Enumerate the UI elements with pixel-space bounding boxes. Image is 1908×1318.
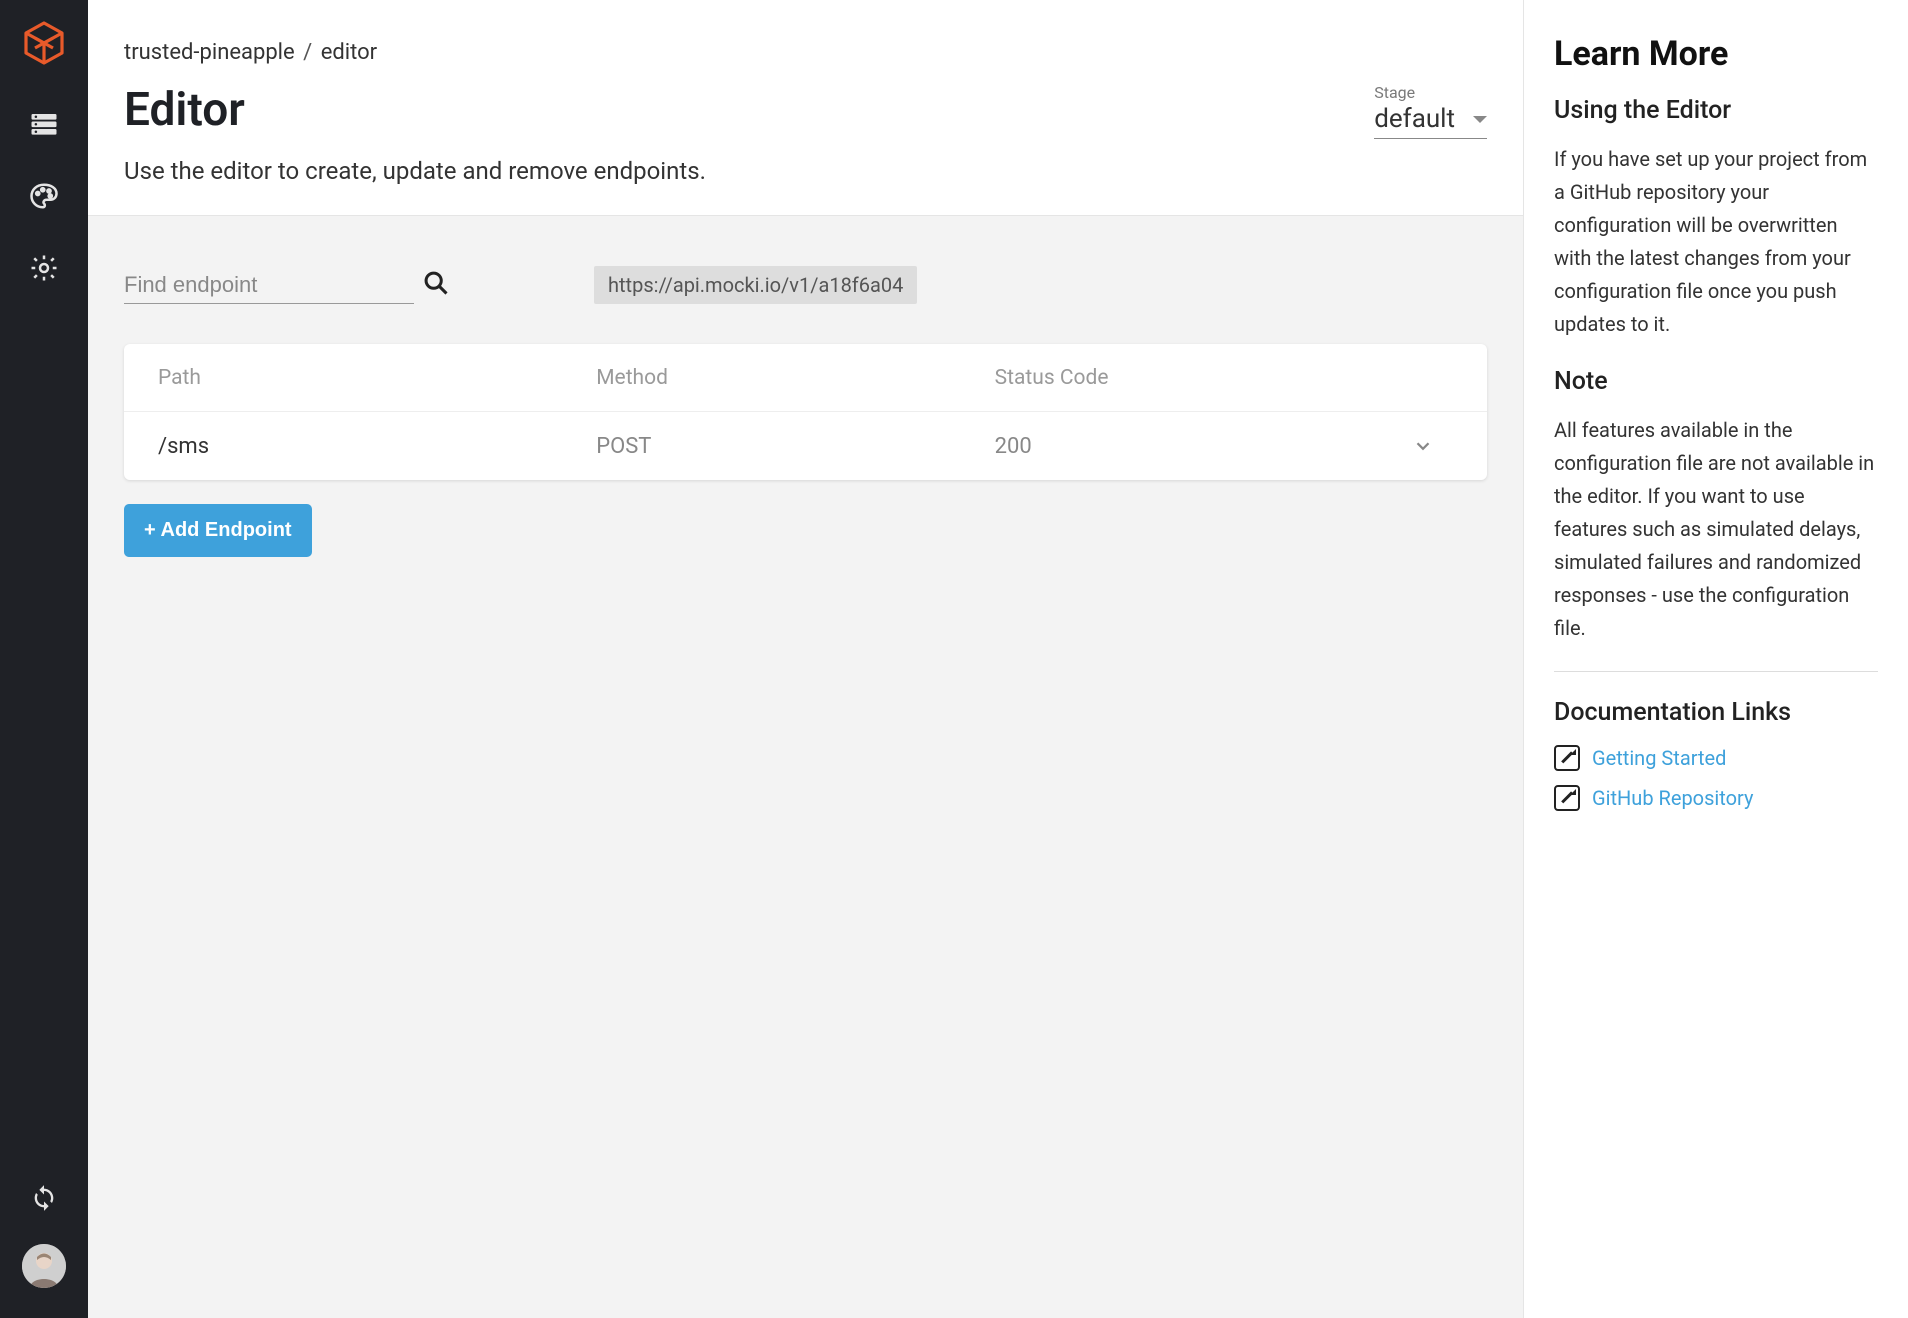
stage-select[interactable]: Stage default [1374,83,1487,139]
col-header-path: Path [158,366,596,390]
sidebar [0,0,88,1318]
docs-heading: Documentation Links [1554,698,1878,727]
doc-link-getting-started[interactable]: Getting Started [1554,745,1878,771]
breadcrumb-project[interactable]: trusted-pineapple [124,40,295,65]
doc-link-label: Getting Started [1592,746,1726,770]
breadcrumb-separator: / [303,40,312,65]
gear-icon[interactable] [28,252,60,284]
table-row[interactable]: /sms POST 200 [124,412,1487,480]
stage-value: default [1374,104,1455,134]
doc-link-github-repository[interactable]: GitHub Repository [1554,785,1878,811]
main-content: trusted-pineapple / editor Editor Use th… [88,0,1524,1318]
cell-status: 200 [995,434,1393,459]
avatar[interactable] [22,1244,66,1288]
col-header-method: Method [596,366,994,390]
breadcrumb: trusted-pineapple / editor [124,40,1487,65]
page-title: Editor [124,83,706,137]
server-icon[interactable] [28,108,60,140]
page-subtitle: Use the editor to create, update and rem… [124,157,706,185]
search-icon[interactable] [422,269,450,301]
section-heading-using-editor: Using the Editor [1554,96,1878,125]
logo[interactable] [19,18,69,68]
stage-label: Stage [1374,83,1415,102]
breadcrumb-page: editor [321,40,377,65]
right-panel: Learn More Using the Editor If you have … [1524,0,1908,1318]
palette-icon[interactable] [28,180,60,212]
divider [1554,671,1878,672]
external-link-icon [1554,785,1580,811]
search-box [124,269,414,304]
cell-method: POST [596,434,994,459]
doc-link-label: GitHub Repository [1592,786,1753,810]
chevron-down-icon [1473,116,1487,123]
endpoints-table: Path Method Status Code /sms POST 200 [124,344,1487,480]
section-body-using-editor: If you have set up your project from a G… [1554,143,1878,341]
section-body-note: All features available in the configurat… [1554,414,1878,645]
section-heading-note: Note [1554,367,1878,396]
search-input[interactable] [124,272,412,298]
expand-row-icon[interactable] [1393,435,1453,457]
learn-more-title: Learn More [1554,34,1878,74]
add-endpoint-button[interactable]: + Add Endpoint [124,504,312,557]
sync-icon[interactable] [28,1182,60,1214]
api-url[interactable]: https://api.mocki.io/v1/a18f6a04 [594,266,917,304]
col-header-status: Status Code [995,366,1393,390]
cell-path: /sms [158,434,596,459]
external-link-icon [1554,745,1580,771]
